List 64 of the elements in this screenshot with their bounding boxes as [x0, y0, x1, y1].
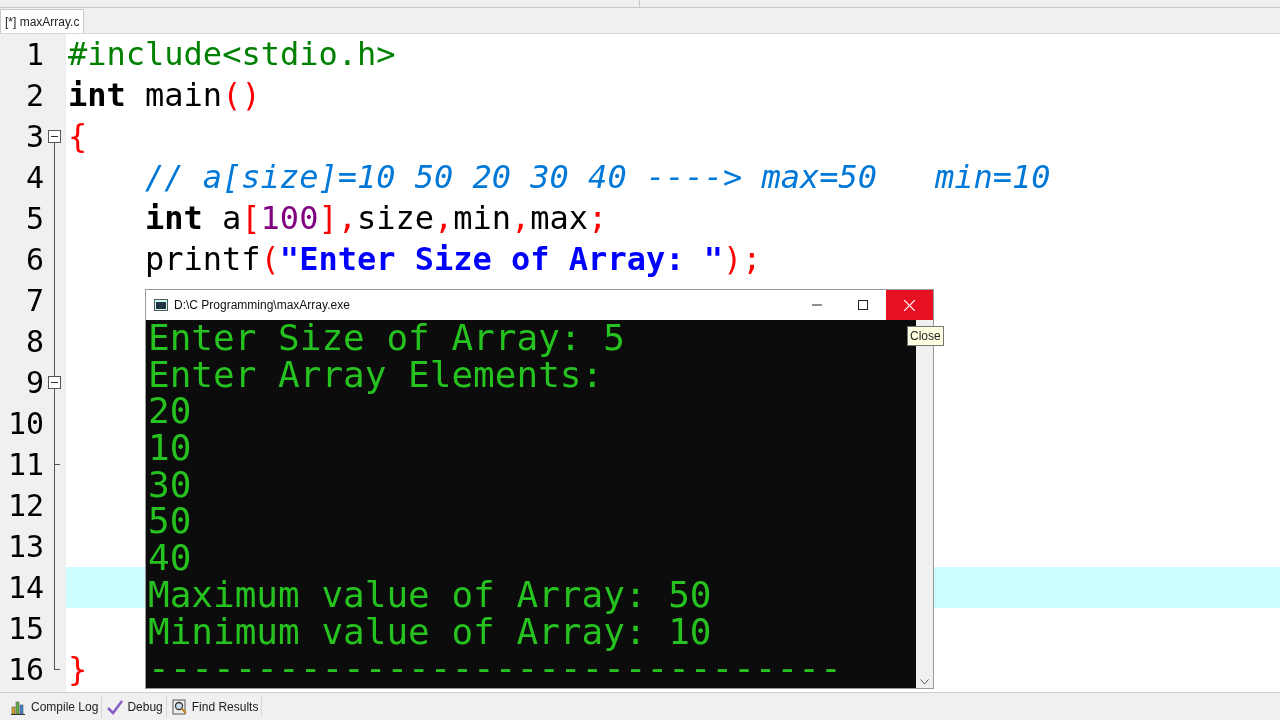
- code-symbol: [: [241, 198, 261, 239]
- console-output-line: Minimum value of Array: 10: [148, 613, 712, 651]
- console-output-line: 40: [148, 540, 192, 577]
- console-output-line: Maximum value of Array: 50: [148, 576, 712, 614]
- check-icon: [107, 698, 124, 715]
- minimize-icon: [812, 304, 822, 306]
- panel-tab[interactable]: Compile Log: [31, 697, 99, 716]
- code-symbol: {: [68, 116, 88, 157]
- keyword: int: [145, 198, 203, 239]
- code-symbol: ],: [318, 198, 357, 239]
- code-text: max: [530, 198, 589, 239]
- code-symbol: }: [68, 649, 88, 690]
- fold-icon[interactable]: [48, 130, 61, 143]
- preprocessor-directive: #include<stdio.h>: [68, 34, 396, 75]
- line-number: 10: [7, 406, 44, 441]
- code-text: size: [356, 198, 434, 239]
- code-text: main: [144, 75, 223, 116]
- console-app-icon: [154, 299, 168, 311]
- line-number: 9: [25, 365, 44, 400]
- console-output-line: --------------------------------: [148, 650, 842, 687]
- console-output-line: Enter Size of Array: 5: [148, 320, 625, 357]
- code-text: printf: [145, 239, 261, 280]
- file-tab[interactable]: [*] maxArray.c: [0, 9, 85, 33]
- line-number: 12: [7, 488, 44, 523]
- console-output-line: 50: [148, 503, 192, 541]
- panel-tab[interactable]: Debug: [127, 697, 163, 716]
- line-number: 14: [7, 570, 44, 605]
- panel-tab[interactable]: Find Results: [191, 697, 259, 716]
- code-symbol: ;: [588, 198, 608, 239]
- line-number: 16: [7, 652, 44, 687]
- window-title: D:\C Programming\maxArray.exe: [174, 297, 351, 314]
- keyword: int: [68, 75, 126, 116]
- code-symbol: );: [722, 239, 762, 280]
- console-output-line: 10: [148, 430, 192, 467]
- line-number: 11: [7, 447, 44, 482]
- code-text: min: [453, 198, 512, 239]
- number-literal: 100: [260, 198, 319, 239]
- line-number: 1: [25, 37, 44, 72]
- code-text: a: [221, 198, 242, 239]
- console-output-line: 30: [148, 466, 192, 504]
- code-symbol: ,: [511, 198, 531, 239]
- scroll-down-icon[interactable]: [920, 679, 929, 685]
- console-output-line: Enter Array Elements:: [148, 356, 604, 394]
- tooltip: Close: [907, 326, 944, 346]
- line-number: 8: [25, 324, 44, 359]
- code-symbol: (): [222, 75, 261, 116]
- maximize-icon: [858, 300, 868, 310]
- console-output-line: 20: [148, 393, 192, 431]
- string-literal: "Enter Size of Array: ": [279, 239, 723, 280]
- line-number: 15: [7, 611, 44, 646]
- line-number: 2: [25, 78, 44, 113]
- line-number: 13: [7, 529, 44, 564]
- close-icon: [904, 299, 915, 311]
- line-number: 6: [25, 242, 44, 277]
- find-icon: [171, 698, 188, 715]
- code-comment: // a[size]=10 50 20 30 40 ----> max=50 min=10: [145, 157, 1051, 198]
- line-number: 4: [25, 160, 44, 195]
- line-number: 3: [25, 119, 44, 154]
- line-number: 7: [25, 283, 44, 318]
- fold-icon[interactable]: [48, 376, 61, 389]
- code-symbol: (: [260, 239, 280, 280]
- line-number: 5: [25, 201, 44, 236]
- bar-chart-icon: [11, 698, 27, 715]
- code-symbol: ,: [434, 198, 454, 239]
